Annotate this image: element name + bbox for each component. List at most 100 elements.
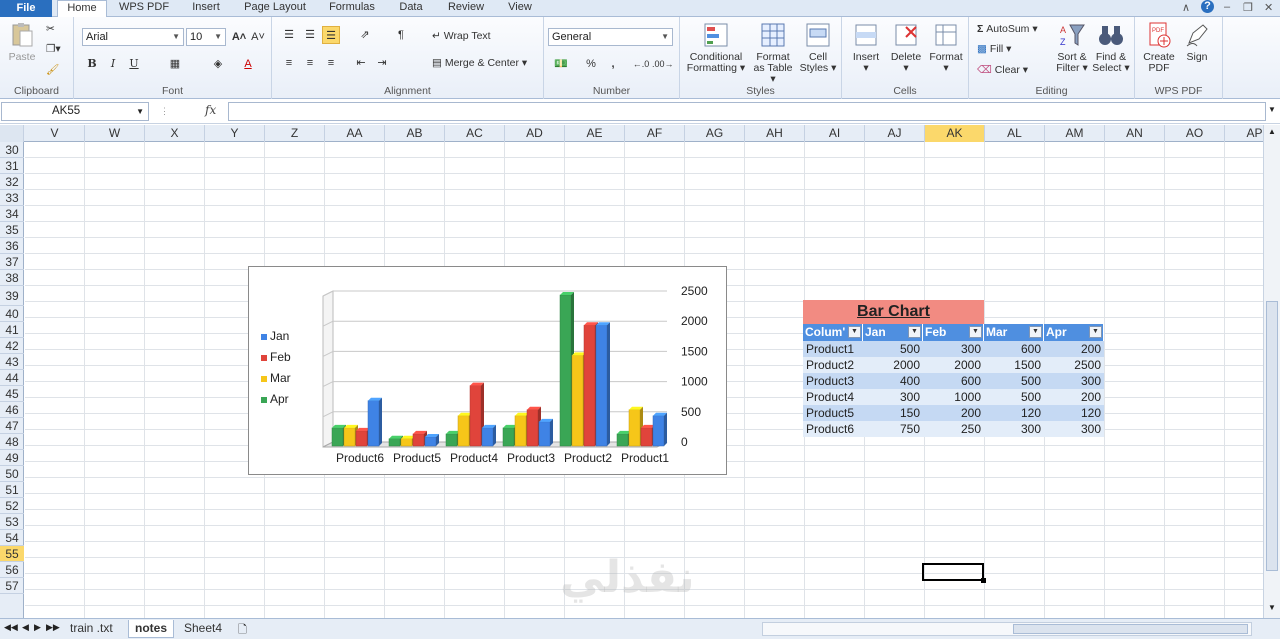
row-header-40[interactable]: 40	[0, 306, 24, 322]
minimize-ribbon-icon[interactable]: ∧	[1182, 1, 1190, 14]
column-header-aa[interactable]: AA	[325, 125, 385, 142]
font-name-select[interactable]: Arial ▼	[82, 28, 184, 46]
sheet-tab-train[interactable]: train .txt	[64, 620, 119, 638]
first-sheet-icon[interactable]: ◀◀	[4, 622, 18, 633]
italic-button[interactable]: I	[104, 55, 122, 73]
table-cell[interactable]: 250	[923, 421, 984, 437]
table-cell[interactable]: Product1	[803, 341, 863, 357]
restore-window-icon[interactable]: ❐	[1243, 1, 1253, 14]
filter-dropdown-icon[interactable]: ▼	[1089, 326, 1102, 338]
column-header-am[interactable]: AM	[1045, 125, 1105, 142]
filter-dropdown-icon[interactable]: ▼	[908, 326, 921, 338]
align-left-icon[interactable]: ≡	[280, 54, 298, 72]
row-header-30[interactable]: 30	[0, 142, 24, 158]
table-cell[interactable]: Product2	[803, 357, 863, 373]
row-header-43[interactable]: 43	[0, 354, 24, 370]
row-header-32[interactable]: 32	[0, 174, 24, 190]
align-middle-icon[interactable]: ☰	[301, 26, 319, 44]
decrease-indent-icon[interactable]: ⇤	[352, 54, 370, 72]
font-size-select[interactable]: 10 ▼	[186, 28, 226, 46]
bold-button[interactable]: B	[83, 55, 101, 73]
table-cell[interactable]: 750	[863, 421, 923, 437]
table-cell[interactable]: 200	[1044, 389, 1104, 405]
next-sheet-icon[interactable]: ▶	[34, 622, 41, 633]
row-header-48[interactable]: 48	[0, 434, 24, 450]
column-header-ak[interactable]: AK	[925, 125, 985, 142]
column-header-ae[interactable]: AE	[565, 125, 625, 142]
table-cell[interactable]: 500	[863, 341, 923, 357]
row-header-42[interactable]: 42	[0, 338, 24, 354]
row-header-45[interactable]: 45	[0, 386, 24, 402]
tab-data[interactable]: Data	[392, 0, 430, 17]
tab-page-layout[interactable]: Page Layout	[237, 0, 313, 17]
format-as-table-button[interactable]: Format as Table ▾	[750, 21, 796, 85]
new-sheet-icon[interactable]: 🗋	[238, 621, 247, 639]
tab-wps-pdf[interactable]: WPS PDF	[113, 0, 175, 17]
fill-color-icon[interactable]: ◈	[209, 55, 227, 73]
currency-icon[interactable]: 💵	[552, 55, 570, 73]
expand-formula-bar-icon[interactable]: ▼	[1268, 105, 1276, 114]
close-window-icon[interactable]: ✕	[1264, 1, 1273, 14]
row-header-51[interactable]: 51	[0, 482, 24, 498]
row-header-36[interactable]: 36	[0, 238, 24, 254]
cut-icon[interactable]: ✂	[46, 23, 55, 35]
table-cell[interactable]: 300	[1044, 373, 1104, 389]
copy-icon[interactable]: ❐▾	[46, 43, 61, 55]
comma-button[interactable]: ,	[604, 55, 622, 73]
filter-dropdown-icon[interactable]: ▼	[969, 326, 982, 338]
filter-dropdown-icon[interactable]: ▼	[848, 326, 861, 338]
table-cell[interactable]: 500	[984, 389, 1044, 405]
row-header-54[interactable]: 54	[0, 530, 24, 546]
scroll-up-icon[interactable]: ▲	[1266, 127, 1278, 139]
column-header-w[interactable]: W	[85, 125, 145, 142]
table-cell[interactable]: Product3	[803, 373, 863, 389]
create-pdf-button[interactable]: PDF Create PDF	[1139, 21, 1179, 74]
table-cell[interactable]: 2000	[923, 357, 984, 373]
column-header-ao[interactable]: AO	[1165, 125, 1225, 142]
column-header-z[interactable]: Z	[265, 125, 325, 142]
table-cell[interactable]: 300	[1044, 421, 1104, 437]
tab-insert[interactable]: Insert	[183, 0, 229, 17]
shrink-font-icon[interactable]: A˅	[249, 28, 267, 46]
prev-sheet-icon[interactable]: ◀	[22, 622, 29, 633]
align-bottom-icon[interactable]: ☰	[322, 26, 340, 44]
orientation-icon[interactable]: ⇗	[356, 26, 374, 44]
insert-cells-button[interactable]: Insert ▾	[846, 21, 886, 74]
column-header-ai[interactable]: AI	[805, 125, 865, 142]
table-cell[interactable]: 2500	[1044, 357, 1104, 373]
row-header-44[interactable]: 44	[0, 370, 24, 386]
table-cell[interactable]: 1500	[984, 357, 1044, 373]
row-header-37[interactable]: 37	[0, 254, 24, 270]
merge-center-button[interactable]: ▤ Merge & Center ▾	[432, 57, 527, 69]
table-cell[interactable]: Product6	[803, 421, 863, 437]
fill-button[interactable]: ▩ Fill ▾	[977, 43, 1011, 55]
grow-font-icon[interactable]: A˄	[230, 28, 248, 46]
table-cell[interactable]: 400	[863, 373, 923, 389]
name-box[interactable]: AK55 ▼	[1, 102, 149, 121]
select-all-corner[interactable]	[0, 125, 24, 142]
row-header-34[interactable]: 34	[0, 206, 24, 222]
column-header-aj[interactable]: AJ	[865, 125, 925, 142]
formula-input[interactable]	[228, 102, 1266, 121]
align-right-icon[interactable]: ≡	[322, 54, 340, 72]
row-header-35[interactable]: 35	[0, 222, 24, 238]
increase-decimal-icon[interactable]: ←.0	[632, 55, 650, 73]
wrap-text-button[interactable]: ↵ Wrap Text	[432, 30, 491, 42]
autosum-button[interactable]: Σ AutoSum ▾	[977, 23, 1038, 35]
row-header-56[interactable]: 56	[0, 562, 24, 578]
table-cell[interactable]: 1000	[923, 389, 984, 405]
insert-function-icon[interactable]: fx	[205, 103, 216, 117]
sort-filter-button[interactable]: AZ Sort & Filter ▾	[1053, 21, 1091, 74]
increase-indent-icon[interactable]: ⇥	[373, 54, 391, 72]
decrease-decimal-icon[interactable]: .00→	[652, 55, 674, 73]
row-header-39[interactable]: 39	[0, 286, 24, 306]
borders-icon[interactable]: ▦	[166, 55, 184, 73]
horizontal-scrollbar[interactable]	[762, 622, 1252, 636]
number-format-select[interactable]: General ▼	[548, 28, 673, 46]
sign-button[interactable]: Sign	[1179, 21, 1215, 63]
column-header-ab[interactable]: AB	[385, 125, 445, 142]
text-direction-icon[interactable]: ¶	[392, 26, 410, 44]
table-cell[interactable]: 300	[863, 389, 923, 405]
row-header-38[interactable]: 38	[0, 270, 24, 286]
tab-home[interactable]: Home	[57, 0, 107, 18]
